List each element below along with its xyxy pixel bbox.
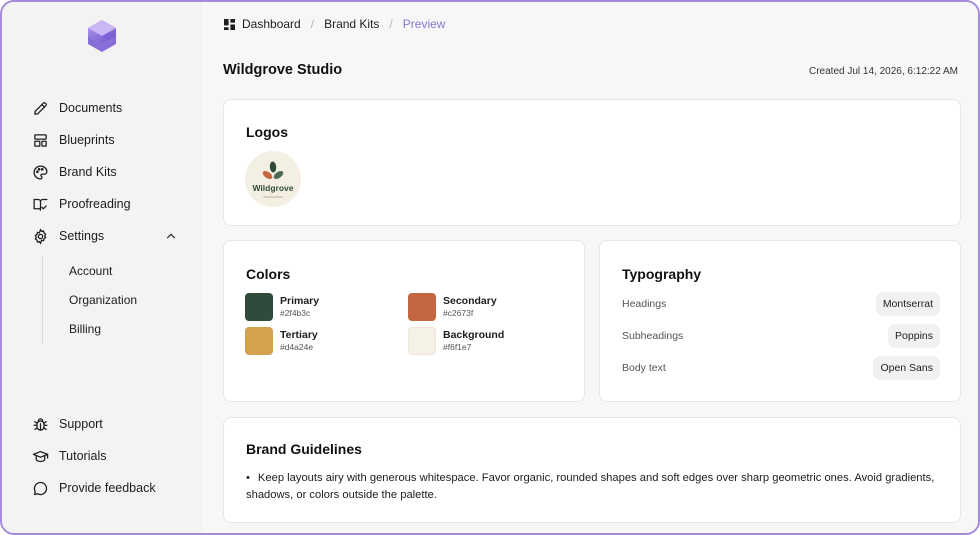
typography-row-headings: Headings Montserrat xyxy=(622,292,940,316)
secondary-nav: Support Tutorials Provide feedback xyxy=(32,408,182,504)
main-content: Dashboard / Brand Kits / Preview Wildgro… xyxy=(202,2,978,533)
typography-title: Typography xyxy=(622,266,702,282)
sidebar-item-label: Blueprints xyxy=(59,133,115,147)
bug-icon xyxy=(33,417,48,431)
brand-logo[interactable]: Wildgrove xyxy=(245,151,301,207)
sidebar-item-label: Brand Kits xyxy=(59,165,117,179)
sidebar-item-label: Support xyxy=(59,417,103,431)
color-swatch xyxy=(245,327,273,355)
color-hex: #d4a24e xyxy=(280,342,314,352)
breadcrumb-brand-kits[interactable]: Brand Kits xyxy=(324,17,379,31)
settings-subnav: Account Organization Billing xyxy=(42,256,182,343)
color-secondary[interactable]: Secondary #c2673f xyxy=(408,293,497,321)
sidebar-subitem-billing[interactable]: Billing xyxy=(69,314,182,343)
color-hex: #f6f1e7 xyxy=(443,342,472,352)
typography-label: Headings xyxy=(622,298,667,310)
guidelines-body: Keep layouts airy with generous whitespa… xyxy=(246,472,935,501)
typography-card: Typography Headings Montserrat Subheadin… xyxy=(599,240,961,402)
chat-bubble-icon xyxy=(33,481,48,495)
sidebar-item-brand-kits[interactable]: Brand Kits xyxy=(32,156,182,188)
guidelines-text: • Keep layouts airy with generous whitesp… xyxy=(246,470,936,504)
app-window: Documents Blueprints Brand Kits Proofrea… xyxy=(0,0,980,535)
logos-card: Logos Wildgrove xyxy=(223,99,961,226)
typography-label: Body text xyxy=(622,362,666,374)
logo-wordmark: Wildgrove xyxy=(252,183,294,193)
app-logo-icon[interactable] xyxy=(86,19,118,53)
typography-label: Subheadings xyxy=(622,330,684,342)
breadcrumb: Dashboard / Brand Kits / Preview xyxy=(224,17,445,31)
color-tertiary[interactable]: Tertiary #d4a24e xyxy=(245,327,318,355)
colors-title: Colors xyxy=(246,266,291,282)
color-name: Background xyxy=(443,329,505,341)
graduation-cap-icon xyxy=(32,450,49,462)
font-chip[interactable]: Poppins xyxy=(888,324,940,348)
page-title: Wildgrove Studio xyxy=(223,62,343,78)
color-name: Tertiary xyxy=(280,329,318,341)
sidebar-item-label: Settings xyxy=(59,229,105,243)
sidebar-subitem-account[interactable]: Account xyxy=(69,256,182,285)
palette-icon xyxy=(33,164,48,180)
breadcrumb-separator: / xyxy=(389,17,393,31)
leaf-mark-icon xyxy=(262,161,284,179)
layout-icon xyxy=(34,133,47,147)
typography-row-body-text: Body text Open Sans xyxy=(622,356,940,380)
color-name: Primary xyxy=(280,295,320,307)
sidebar-item-tutorials[interactable]: Tutorials xyxy=(32,440,182,472)
font-chip[interactable]: Open Sans xyxy=(873,356,940,380)
sidebar-item-support[interactable]: Support xyxy=(32,408,182,440)
color-swatch xyxy=(408,327,436,355)
chevron-up-icon[interactable] xyxy=(164,229,178,243)
color-primary[interactable]: Primary #2f4b3c xyxy=(245,293,319,321)
sidebar-item-proofreading[interactable]: Proofreading xyxy=(32,188,182,220)
sidebar-item-provide-feedback[interactable]: Provide feedback xyxy=(32,472,182,504)
sidebar-item-label: Documents xyxy=(59,101,123,115)
color-hex: #2f4b3c xyxy=(280,308,311,318)
book-check-icon xyxy=(33,198,48,211)
dashboard-icon xyxy=(224,18,235,30)
breadcrumb-separator: / xyxy=(310,17,315,31)
gear-icon xyxy=(34,227,47,245)
sidebar-item-documents[interactable]: Documents xyxy=(32,92,182,124)
sidebar-item-settings[interactable]: Settings xyxy=(32,220,182,252)
colors-card: Colors Primary #2f4b3c Secondary #c2673f… xyxy=(223,240,585,402)
sidebar-item-label: Proofreading xyxy=(59,197,131,211)
color-swatch xyxy=(245,293,273,321)
font-chip[interactable]: Montserrat xyxy=(875,292,940,316)
primary-nav: Documents Blueprints Brand Kits Proofrea… xyxy=(32,92,182,343)
color-background[interactable]: Background #f6f1e7 xyxy=(408,327,504,355)
sidebar-item-blueprints[interactable]: Blueprints xyxy=(32,124,182,156)
logos-title: Logos xyxy=(246,124,288,140)
sidebar-subitem-organization[interactable]: Organization xyxy=(69,285,182,314)
logo-tagline-mark xyxy=(263,196,283,198)
color-name: Secondary xyxy=(443,295,497,307)
sidebar-item-label: Provide feedback xyxy=(59,481,156,495)
color-hex: #c2673f xyxy=(443,308,474,318)
sidebar: Documents Blueprints Brand Kits Proofrea… xyxy=(2,2,202,533)
sidebar-item-label: Tutorials xyxy=(59,449,107,463)
guidelines-title: Brand Guidelines xyxy=(246,441,362,457)
pencil-icon xyxy=(34,101,47,115)
color-swatch xyxy=(408,293,436,321)
breadcrumb-current: Preview xyxy=(402,17,446,31)
breadcrumb-dashboard[interactable]: Dashboard xyxy=(242,17,301,31)
created-timestamp: Created Jul 14, 2026, 6:12:22 AM xyxy=(809,66,958,77)
typography-row-subheadings: Subheadings Poppins xyxy=(622,324,940,348)
brand-guidelines-card: Brand Guidelines • Keep layouts airy with… xyxy=(223,417,961,523)
bullet: • xyxy=(246,472,250,484)
